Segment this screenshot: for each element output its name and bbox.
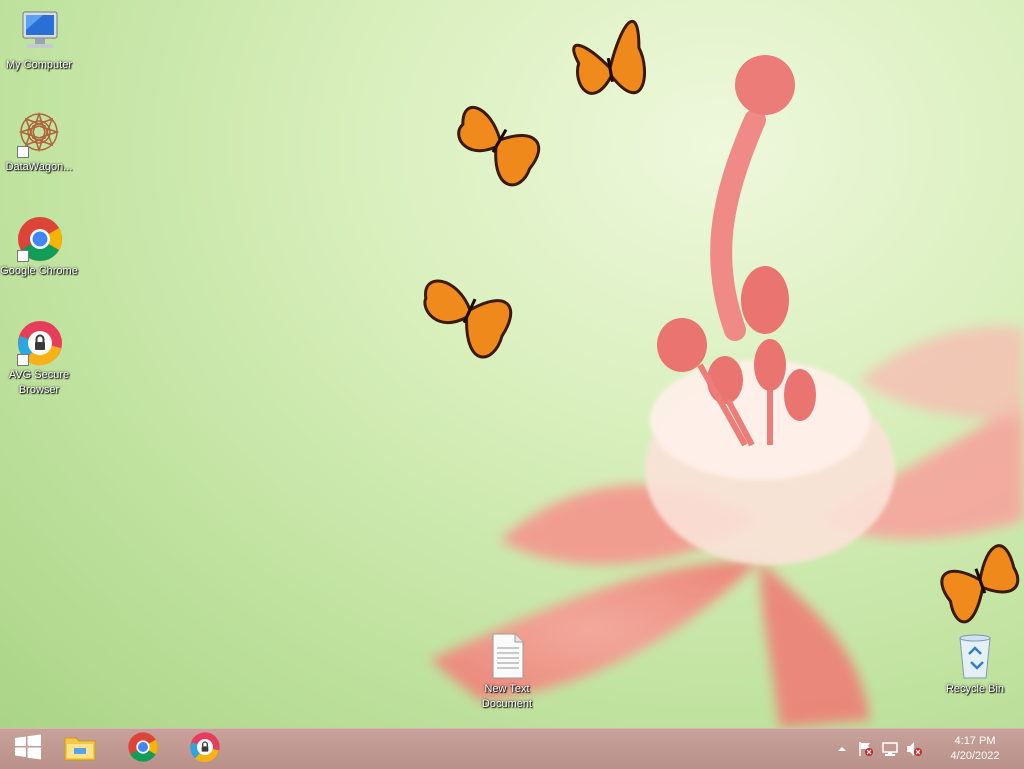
network-icon[interactable] (882, 741, 898, 757)
computer-icon (15, 8, 63, 56)
start-button[interactable] (0, 729, 56, 769)
chrome-icon (15, 214, 63, 262)
shortcut-arrow-icon (17, 354, 29, 366)
volume-muted-icon[interactable] (906, 741, 922, 757)
butterfly (457, 105, 541, 187)
desktop[interactable]: My Computer DataWagon... Google Chrome A… (0, 0, 1024, 728)
desktop-icon-recycle-bin[interactable]: Recycle Bin (935, 632, 1015, 697)
chrome-icon (127, 731, 159, 767)
desktop-icon-my-computer[interactable]: My Computer (0, 8, 79, 73)
taskbar: 4:17 PM 4/20/2022 (0, 728, 1024, 769)
clock-date: 4/20/2022 (950, 750, 1000, 762)
desktop-icon-label: Google Chrome (0, 265, 78, 277)
shortcut-arrow-icon (17, 250, 29, 262)
taskbar-chrome[interactable] (115, 729, 171, 769)
clock-time: 4:17 PM (954, 735, 996, 747)
wallpaper (423, 20, 1024, 728)
desktop-icon-label: AVG Secure Browser (8, 369, 70, 396)
avg-secure-browser-icon (189, 731, 221, 767)
recycle-bin-icon (951, 632, 999, 680)
desktop-icon-label: New Text Document (481, 683, 533, 710)
desktop-icon-label: DataWagon... (5, 161, 73, 173)
desktop-icon-label: My Computer (5, 59, 73, 71)
file-explorer-icon (63, 732, 97, 766)
desktop-icon-avg-secure-browser[interactable]: AVG Secure Browser (0, 318, 79, 398)
datawagon-icon (15, 110, 63, 158)
show-hidden-icons-arrow[interactable] (834, 741, 850, 757)
desktop-icon-google-chrome[interactable]: Google Chrome (0, 214, 79, 279)
taskbar-avg-secure-browser[interactable] (177, 729, 233, 769)
system-tray: 4:17 PM 4/20/2022 (834, 729, 1024, 769)
clock[interactable]: 4:17 PM 4/20/2022 (940, 734, 1010, 764)
desktop-icon-datawagon[interactable]: DataWagon... (0, 110, 79, 175)
butterfly (423, 279, 513, 359)
shortcut-arrow-icon (17, 146, 29, 158)
text-document-icon (483, 632, 531, 680)
butterfly (940, 544, 1020, 624)
action-center-flag-icon[interactable] (858, 741, 874, 757)
avg-secure-browser-icon (15, 318, 63, 366)
desktop-icon-label: Recycle Bin (945, 683, 1005, 695)
taskbar-file-explorer[interactable] (52, 729, 108, 769)
windows-logo-icon (14, 734, 42, 764)
butterfly (572, 20, 646, 95)
desktop-icon-new-text-document[interactable]: New Text Document (467, 632, 547, 712)
